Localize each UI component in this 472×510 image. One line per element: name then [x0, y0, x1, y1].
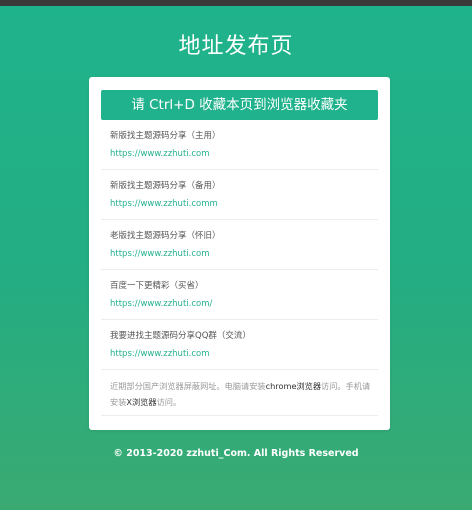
link-url[interactable]: https://www.zzhuti.comm — [110, 198, 378, 210]
copyright: © 2013-2020 zzhuti_Com. All Rights Reser… — [113, 448, 359, 459]
bookmark-banner: 请 Ctrl+D 收藏本页到浏览器收藏夹 — [101, 90, 378, 120]
link-url[interactable]: https://www.zzhuti.com — [110, 248, 378, 260]
top-bar — [0, 0, 472, 6]
list-item: 我要进找主题源码分享QQ群（交流） https://www.zzhuti.com — [101, 320, 378, 370]
address-card: 请 Ctrl+D 收藏本页到浏览器收藏夹 新版找主题源码分享（主用） https… — [89, 77, 390, 430]
link-name: 新版找主题源码分享（主用） — [110, 131, 221, 141]
link-list: 新版找主题源码分享（主用） https://www.zzhuti.com 新版找… — [101, 120, 378, 370]
link-name: 老版找主题源码分享（怀旧） — [110, 231, 221, 241]
list-item: 新版找主题源码分享（主用） https://www.zzhuti.com — [101, 120, 378, 170]
list-item: 老版找主题源码分享（怀旧） https://www.zzhuti.com — [101, 220, 378, 270]
link-name: 我要进找主题源码分享QQ群（交流） — [110, 331, 251, 341]
divider — [101, 415, 378, 416]
link-name: 新版找主题源码分享（备用） — [110, 181, 221, 191]
browser-notice: 近期部分国产浏览器屏蔽网址。电脑请安装chrome浏览器访问。手机请安装X浏览器… — [110, 378, 372, 410]
link-url[interactable]: https://www.zzhuti.com/ — [110, 298, 378, 310]
notice-highlight-x-browser: X浏览器 — [126, 397, 157, 407]
notice-text: 近期部分国产浏览器屏蔽网址。电脑请安装 — [110, 381, 266, 391]
link-name: 百度一下更精彩（买省） — [110, 281, 204, 291]
notice-highlight-chrome: chrome浏览器 — [265, 381, 322, 391]
list-item: 百度一下更精彩（买省） https://www.zzhuti.com/ — [101, 270, 378, 320]
page-title: 地址发布页 — [178, 34, 294, 59]
link-url[interactable]: https://www.zzhuti.com — [110, 148, 378, 160]
list-item: 新版找主题源码分享（备用） https://www.zzhuti.comm — [101, 170, 378, 220]
link-url[interactable]: https://www.zzhuti.com — [110, 348, 378, 360]
notice-text: 访问。 — [156, 397, 182, 407]
